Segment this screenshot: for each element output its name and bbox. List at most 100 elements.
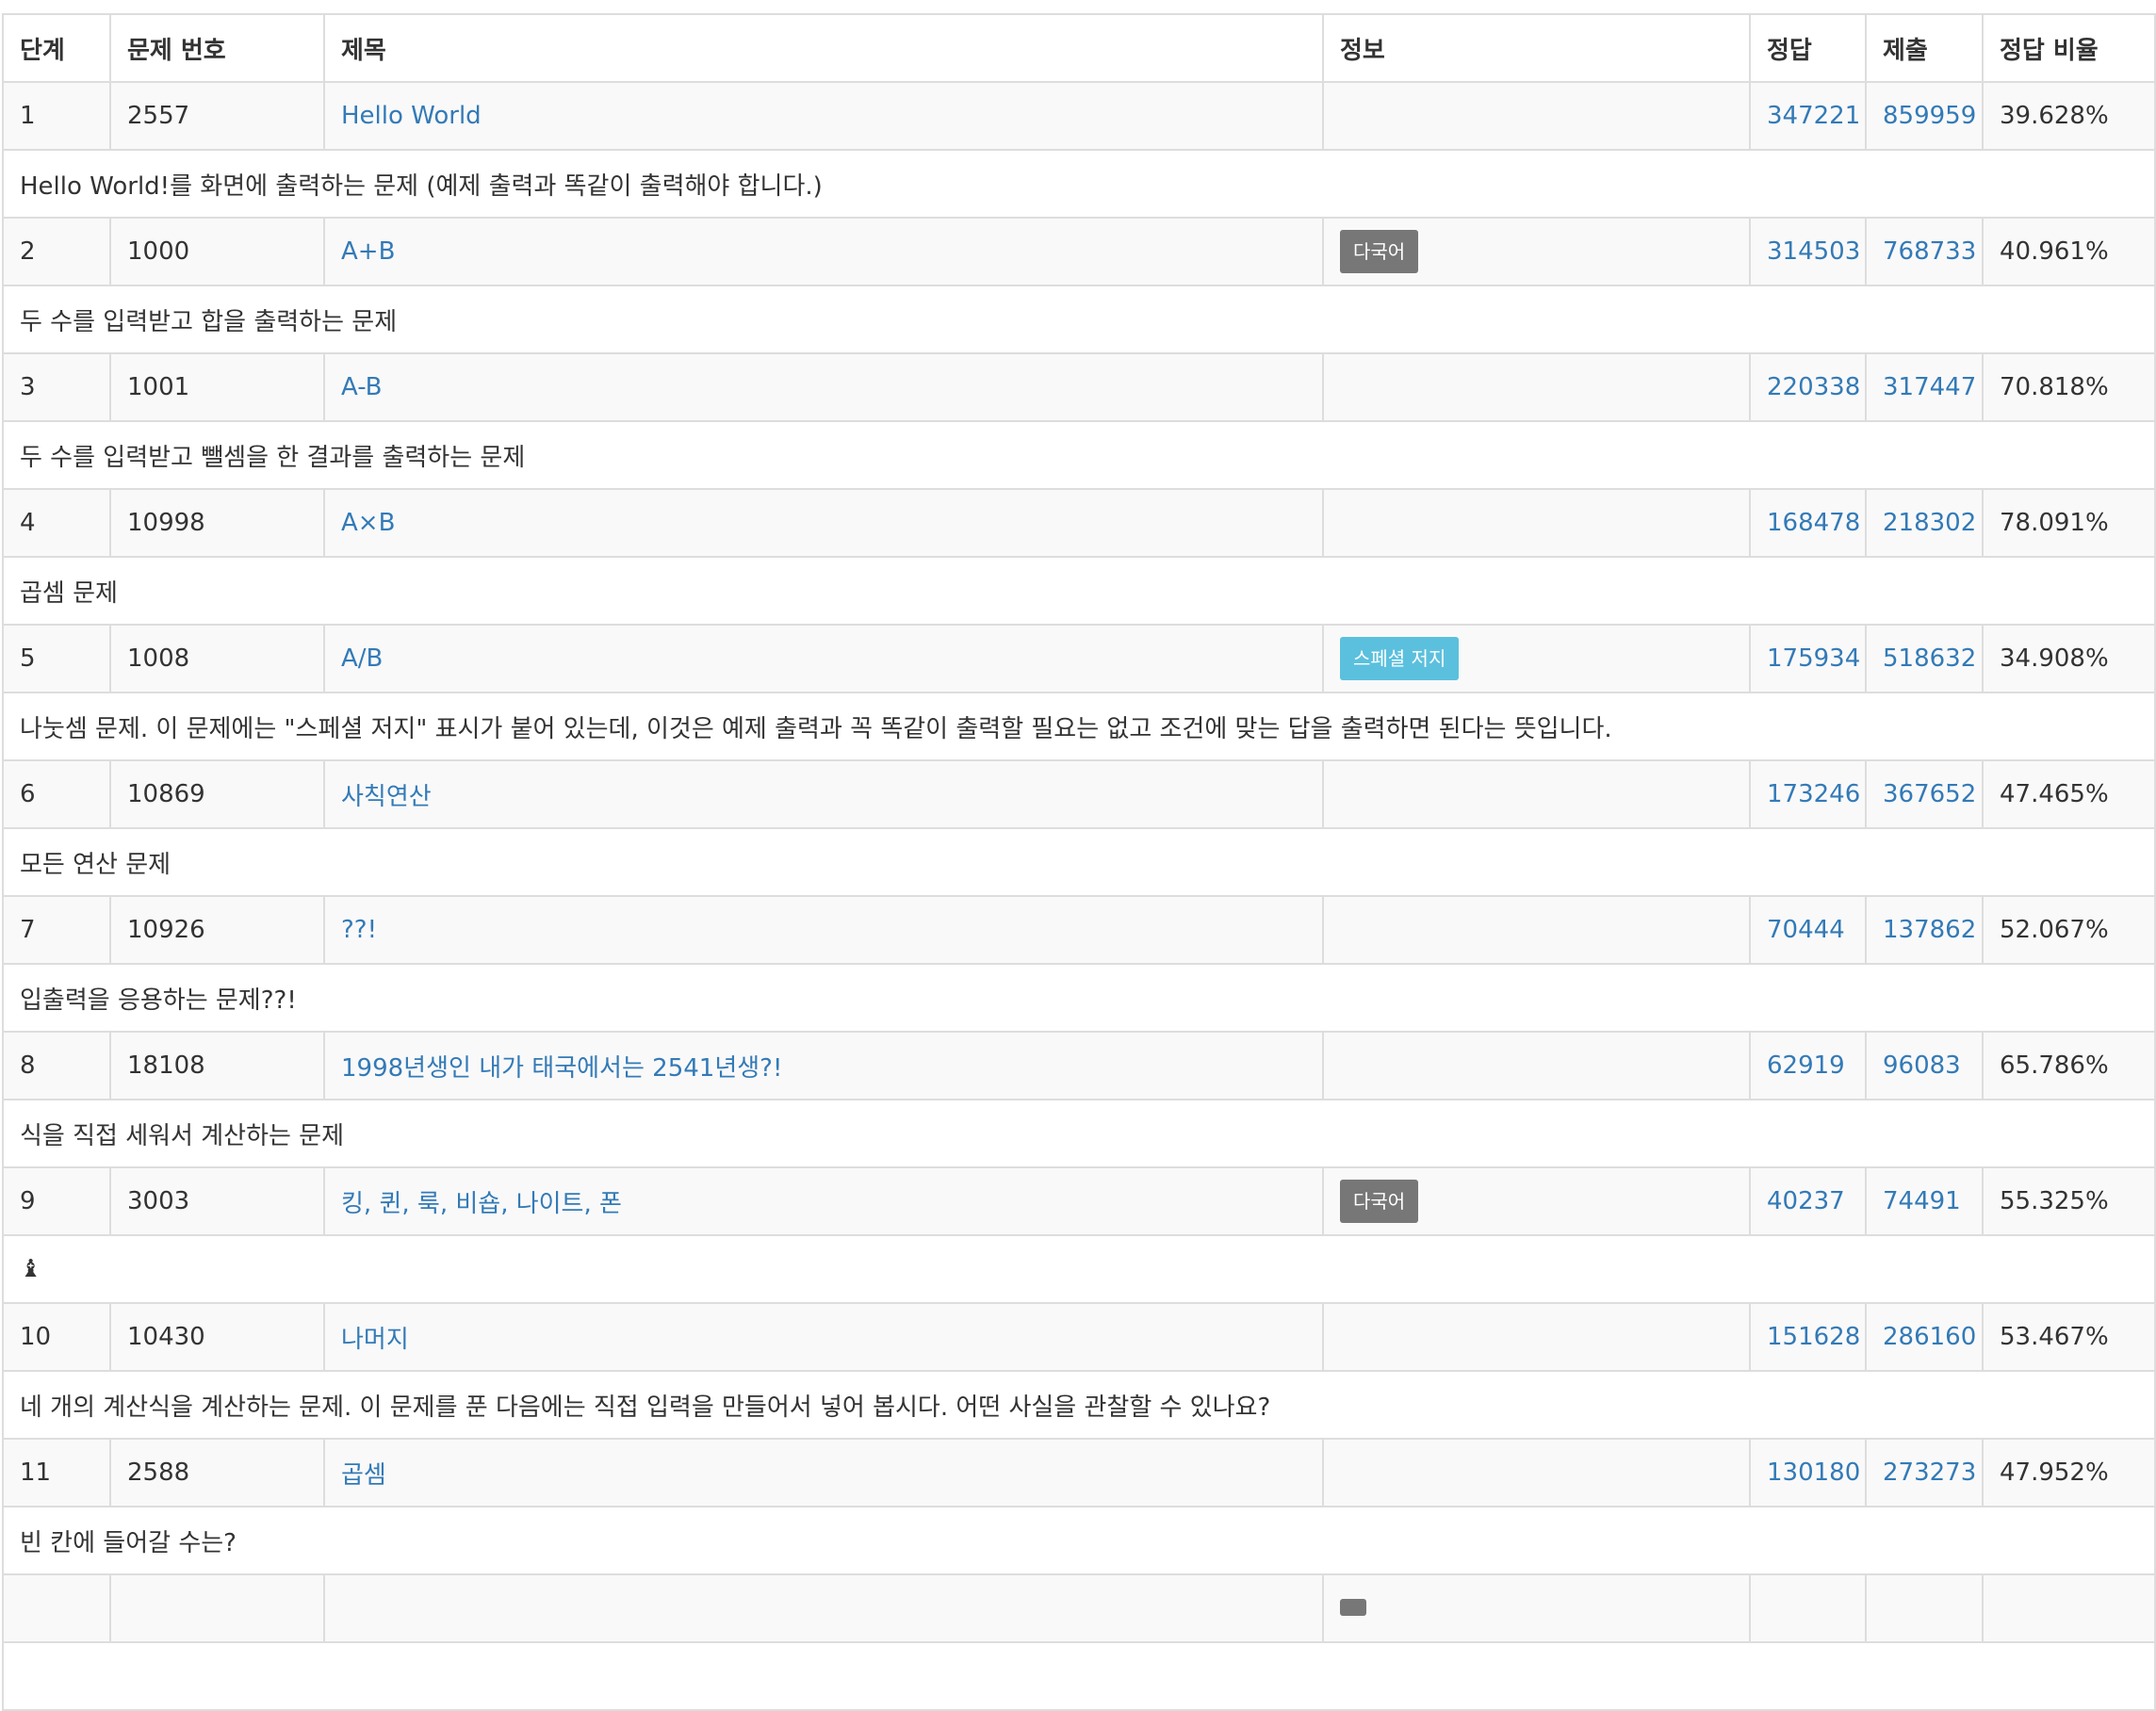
multilingual-badge[interactable]: 다국어 <box>1340 1180 1419 1223</box>
multilingual-badge[interactable] <box>1340 1599 1366 1616</box>
info-cell: 스페셜 저지 <box>1322 624 1751 693</box>
problem-title-link[interactable]: 1998년생인 내가 태국에서는 2541년생?! <box>341 1054 782 1083</box>
description-row: 식을 직접 세워서 계산하는 문제 <box>2 1099 2156 1168</box>
table-row: 3 1001 A-B 220338 317447 70.818% <box>2 352 2156 422</box>
column-header-ratio: 정답 비율 <box>1982 13 2156 83</box>
column-header-problem-id: 문제 번호 <box>109 13 325 83</box>
column-header-submissions: 제출 <box>1865 13 1984 83</box>
table-row: 6 10869 사칙연산 173246 367652 47.465% <box>2 759 2156 829</box>
accepted-ratio-cell: 47.465% <box>1982 759 2156 829</box>
description-row: 곱셈 문제 <box>2 556 2156 626</box>
problem-title-link[interactable]: 킹, 퀸, 룩, 비숍, 나이트, 폰 <box>341 1190 622 1218</box>
problem-description: 모든 연산 문제 <box>2 827 2156 897</box>
problem-id-cell: 2557 <box>109 81 325 151</box>
problem-id-cell: 3003 <box>109 1166 325 1236</box>
problem-title-link[interactable]: A+B <box>341 237 395 266</box>
special-judge-badge[interactable]: 스페셜 저지 <box>1340 637 1460 680</box>
multilingual-badge[interactable]: 다국어 <box>1340 230 1419 273</box>
accepted-count-link[interactable]: 314503 <box>1767 237 1860 266</box>
step-cell <box>2 1573 111 1643</box>
description-row: 모든 연산 문제 <box>2 827 2156 897</box>
info-cell <box>1322 1438 1751 1507</box>
accepted-count-link[interactable]: 151628 <box>1767 1323 1860 1351</box>
submission-count-link[interactable]: 768733 <box>1883 237 1976 266</box>
description-row: 빈 칸에 들어갈 수는? <box>2 1506 2156 1575</box>
accepted-count-link[interactable]: 347221 <box>1767 102 1860 130</box>
accepted-count-cell: 175934 <box>1749 624 1867 693</box>
problem-title-link[interactable]: 나머지 <box>341 1326 409 1354</box>
accepted-count-link[interactable]: 70444 <box>1767 916 1845 944</box>
description-row: 입출력을 응용하는 문제??! <box>2 963 2156 1033</box>
accepted-count-cell: 220338 <box>1749 352 1867 422</box>
accepted-count-link[interactable]: 168478 <box>1767 509 1860 537</box>
problem-title-link[interactable]: 사칙연산 <box>341 783 432 811</box>
column-header-title: 제목 <box>323 13 1324 83</box>
table-row: 4 10998 A×B 168478 218302 78.091% <box>2 488 2156 558</box>
submission-count-link[interactable]: 859959 <box>1883 102 1976 130</box>
column-header-info: 정보 <box>1322 13 1751 83</box>
submission-count-link[interactable]: 518632 <box>1883 644 1976 673</box>
problem-description: 곱셈 문제 <box>2 556 2156 626</box>
submission-count-link[interactable]: 367652 <box>1883 780 1976 808</box>
problem-id-cell: 2588 <box>109 1438 325 1507</box>
accepted-ratio-cell: 39.628% <box>1982 81 2156 151</box>
problem-description <box>2 1641 2156 1711</box>
description-row: 네 개의 계산식을 계산하는 문제. 이 문제를 푼 다음에는 직접 입력을 만… <box>2 1370 2156 1440</box>
step-cell: 10 <box>2 1302 111 1372</box>
problem-id-cell: 10926 <box>109 895 325 965</box>
problem-title-cell: A/B <box>323 624 1324 693</box>
info-cell <box>1322 895 1751 965</box>
accepted-count-link[interactable]: 173246 <box>1767 780 1860 808</box>
problem-id-cell: 1001 <box>109 352 325 422</box>
accepted-ratio-cell: 53.467% <box>1982 1302 2156 1372</box>
submission-count-link[interactable]: 286160 <box>1883 1323 1976 1351</box>
problem-title-cell: A+B <box>323 217 1324 286</box>
step-cell: 6 <box>2 759 111 829</box>
info-cell <box>1322 759 1751 829</box>
submission-count-link[interactable]: 317447 <box>1883 373 1976 401</box>
description-row: 나눗셈 문제. 이 문제에는 "스페셜 저지" 표시가 붙어 있는데, 이것은 … <box>2 692 2156 761</box>
submission-count-cell: 317447 <box>1865 352 1984 422</box>
accepted-count-link[interactable]: 62919 <box>1767 1051 1845 1080</box>
problem-id-cell: 10869 <box>109 759 325 829</box>
table-row: 1 2557 Hello World 347221 859959 39.628% <box>2 81 2156 151</box>
problem-title-link[interactable]: A-B <box>341 373 383 401</box>
accepted-count-cell: 173246 <box>1749 759 1867 829</box>
accepted-ratio-cell: 47.952% <box>1982 1438 2156 1507</box>
problem-title-link[interactable]: Hello World <box>341 102 482 130</box>
submission-count-link[interactable]: 273273 <box>1883 1458 1976 1487</box>
problem-title-link[interactable]: A×B <box>341 509 395 537</box>
table-row: 11 2588 곱셈 130180 273273 47.952% <box>2 1438 2156 1507</box>
problem-title-cell: ??! <box>323 895 1324 965</box>
problem-id-cell: 1000 <box>109 217 325 286</box>
problem-title-cell <box>323 1573 1324 1643</box>
problem-title-cell: A-B <box>323 352 1324 422</box>
accepted-count-link[interactable]: 175934 <box>1767 644 1860 673</box>
problem-title-cell: 사칙연산 <box>323 759 1324 829</box>
accepted-count-cell: 314503 <box>1749 217 1867 286</box>
accepted-count-link[interactable]: 130180 <box>1767 1458 1860 1487</box>
info-cell <box>1322 352 1751 422</box>
accepted-count-link[interactable]: 40237 <box>1767 1187 1845 1215</box>
problem-title-link[interactable]: ??! <box>341 916 377 944</box>
table-header-row: 단계 문제 번호 제목 정보 정답 제출 정답 비율 <box>2 13 2156 83</box>
problem-title-link[interactable]: 곱셈 <box>341 1461 386 1490</box>
table-row: 9 3003 킹, 퀸, 룩, 비숍, 나이트, 폰 다국어 40237 74491 55.… <box>2 1166 2156 1236</box>
accepted-count-cell: 168478 <box>1749 488 1867 558</box>
problem-title-link[interactable]: A/B <box>341 644 383 673</box>
submission-count-link[interactable]: 96083 <box>1883 1051 1961 1080</box>
submission-count-link[interactable]: 218302 <box>1883 509 1976 537</box>
accepted-count-cell <box>1749 1573 1867 1643</box>
info-cell: 다국어 <box>1322 217 1751 286</box>
submission-count-cell: 286160 <box>1865 1302 1984 1372</box>
step-cell: 2 <box>2 217 111 286</box>
accepted-ratio-cell: 52.067% <box>1982 895 2156 965</box>
submission-count-link[interactable]: 74491 <box>1883 1187 1961 1215</box>
submission-count-link[interactable]: 137862 <box>1883 916 1976 944</box>
accepted-count-cell: 40237 <box>1749 1166 1867 1236</box>
table-row: 5 1008 A/B 스페셜 저지 175934 518632 34.908% <box>2 624 2156 693</box>
table-row: 8 18108 1998년생인 내가 태국에서는 2541년생?! 62919 9608… <box>2 1031 2156 1100</box>
accepted-count-link[interactable]: 220338 <box>1767 373 1860 401</box>
problem-description: 나눗셈 문제. 이 문제에는 "스페셜 저지" 표시가 붙어 있는데, 이것은 … <box>2 692 2156 761</box>
problem-title-cell: 킹, 퀸, 룩, 비숍, 나이트, 폰 <box>323 1166 1324 1236</box>
